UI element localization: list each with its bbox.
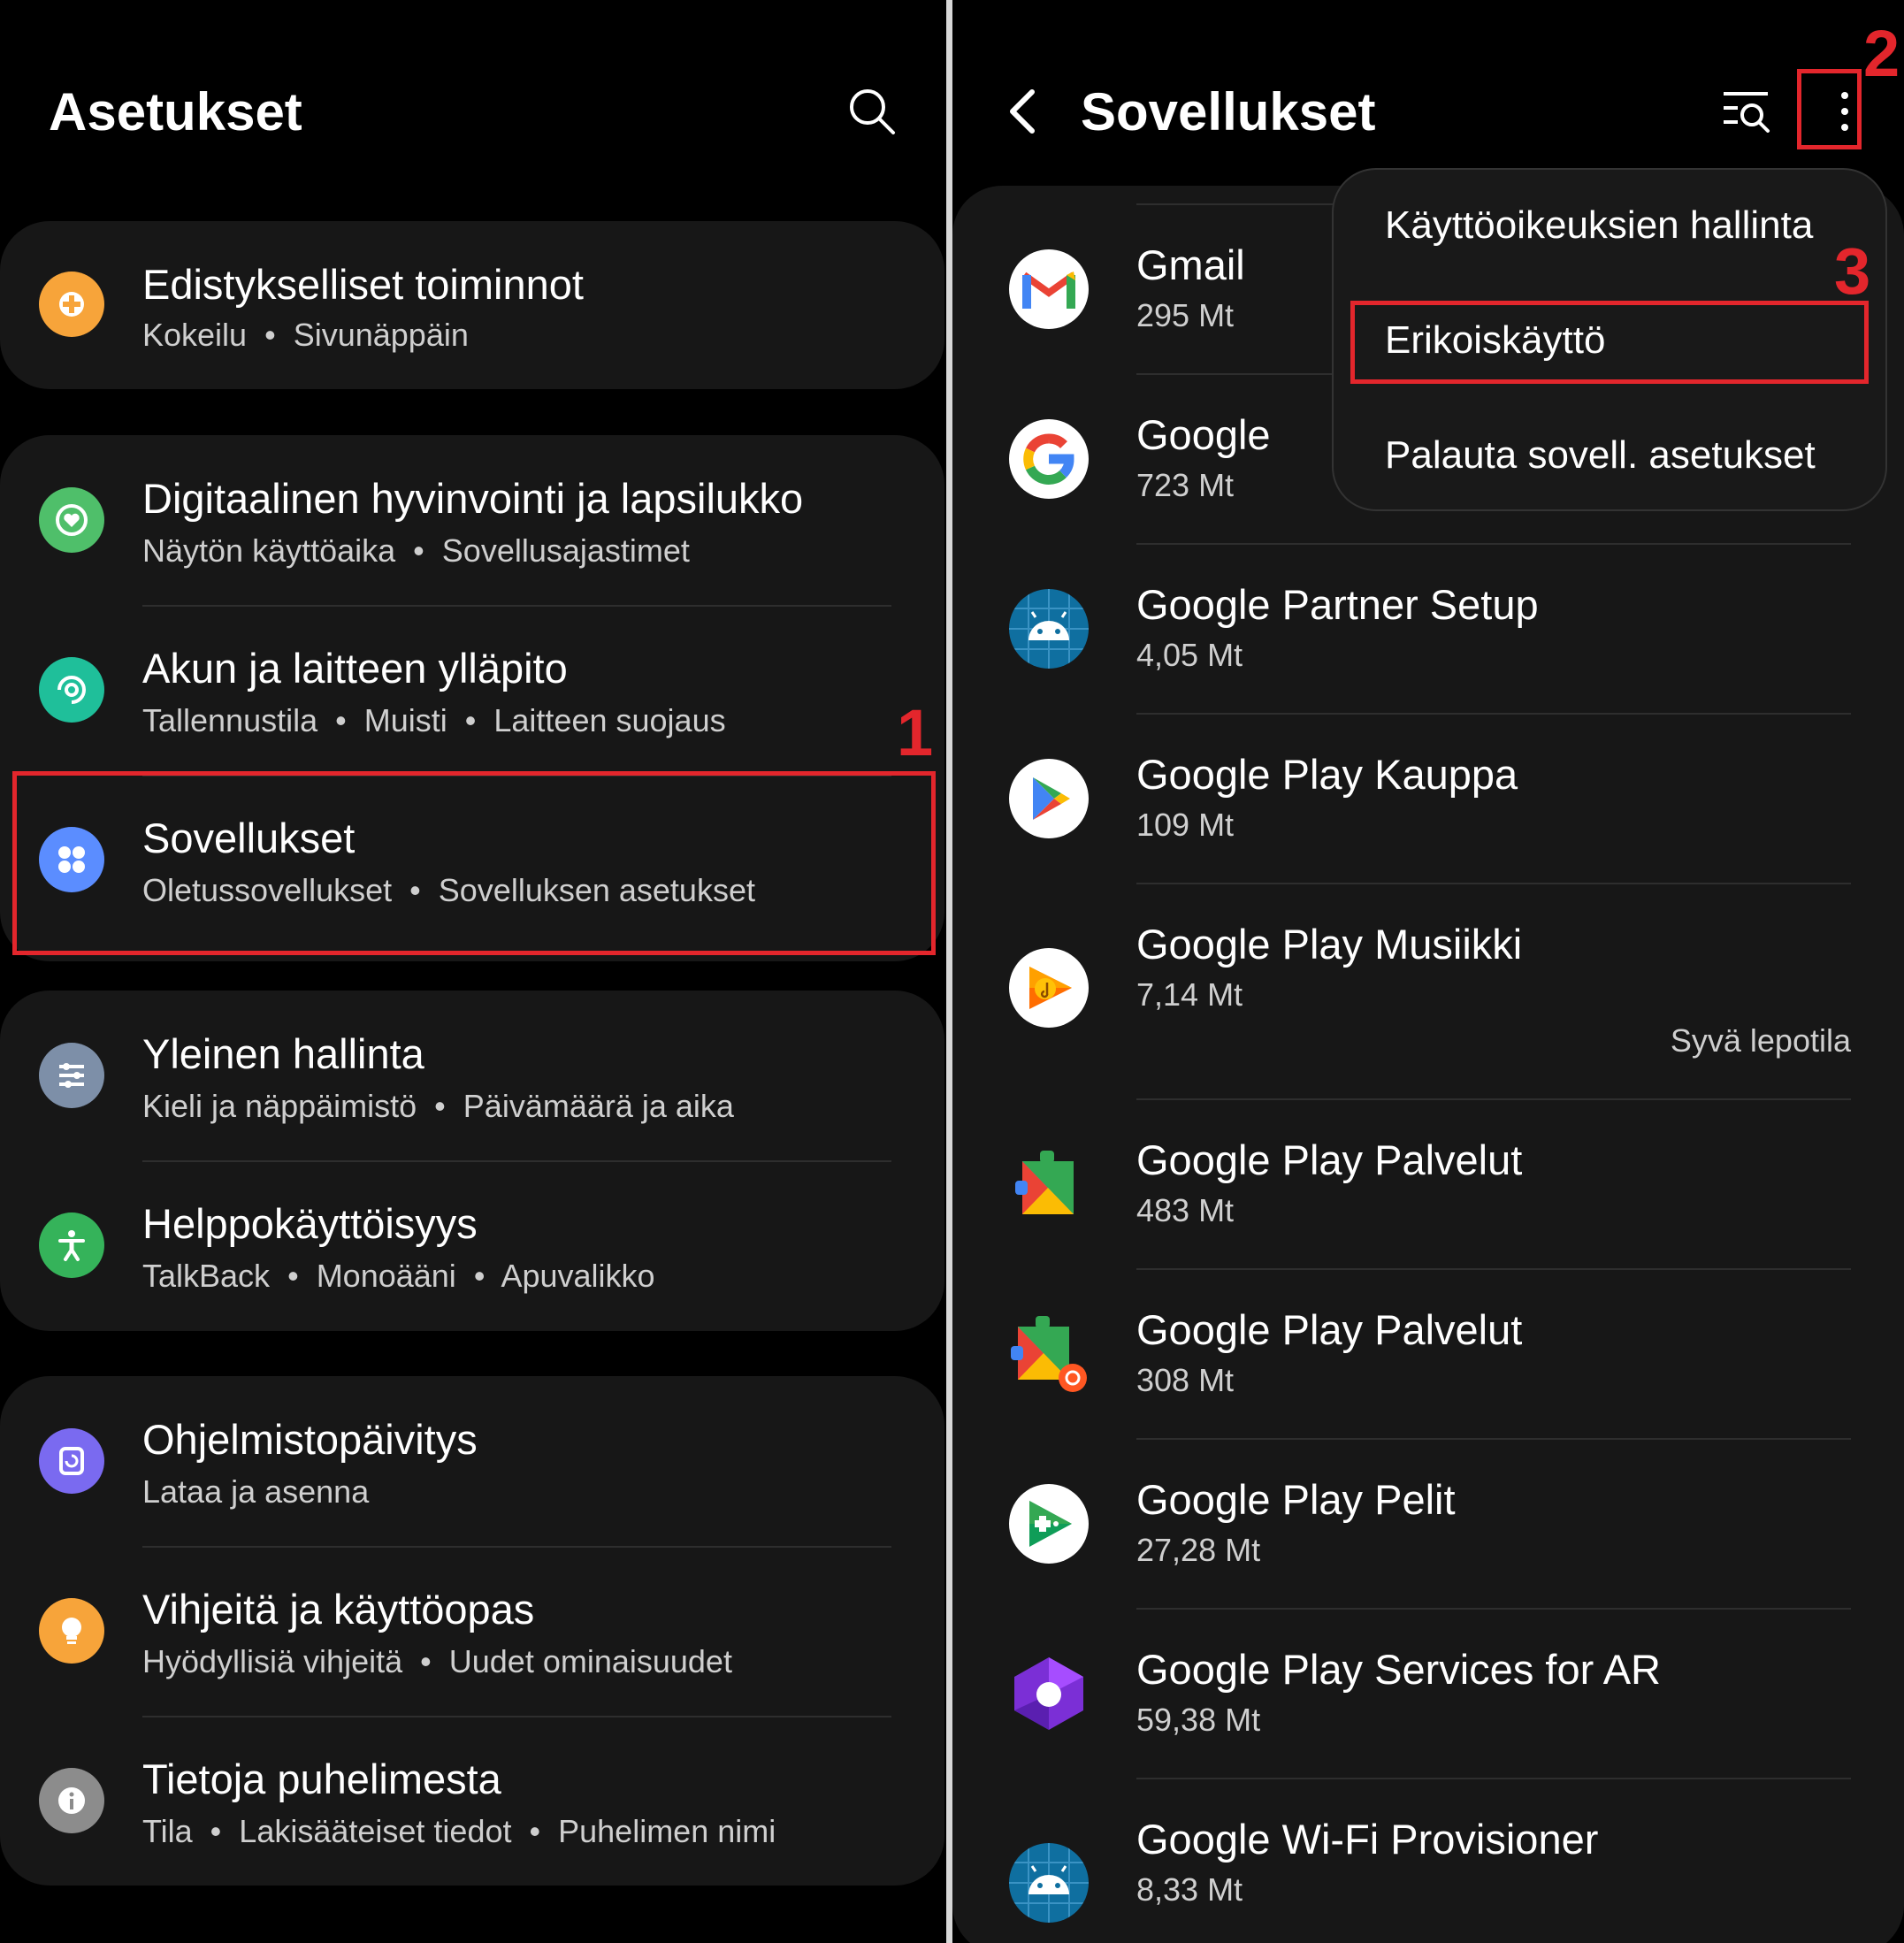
ar-core-icon: [1009, 1654, 1089, 1733]
app-size: 308 Mt: [1136, 1362, 1235, 1398]
search-icon[interactable]: [847, 87, 897, 136]
item-subtitle: TalkBack • Monoääni • Apuvalikko: [142, 1258, 655, 1294]
settings-item-accessibility[interactable]: Helppokäyttöisyys TalkBack • Monoääni • …: [0, 1162, 944, 1330]
annotation-box-more: [1797, 69, 1862, 149]
settings-group-about: Ohjelmistopäivitys Lataa ja asenna Vihje…: [0, 1376, 944, 1886]
app-name: Google: [1136, 411, 1271, 458]
item-subtitle: Hyödyllisiä vihjeitä • Uudet ominaisuude…: [142, 1643, 732, 1679]
info-icon: [39, 1768, 104, 1833]
app-name: Google Play Musiikki: [1136, 921, 1523, 968]
item-title: Tietoja puhelimesta: [142, 1756, 501, 1802]
annotation-box-special-access: [1350, 301, 1869, 384]
page-title: Sovellukset: [1081, 82, 1376, 142]
app-row-google-play-games[interactable]: Google Play Pelit 27,28 Mt: [952, 1440, 1904, 1608]
accessibility-icon: [39, 1212, 104, 1278]
settings-item-tips[interactable]: Vihjeitä ja käyttöopas Hyödyllisiä vihje…: [0, 1548, 944, 1716]
app-name: Google Play Kauppa: [1136, 751, 1518, 798]
play-store-icon: [1009, 759, 1089, 838]
app-size: 4,05 Mt: [1136, 637, 1243, 673]
item-subtitle: Tila • Lakisääteiset tiedot • Puhelimen …: [142, 1813, 776, 1849]
app-row-google-partner-setup[interactable]: Google Partner Setup 4,05 Mt: [952, 545, 1904, 713]
item-title: Digitaalinen hyvinvointi ja lapsilukko: [142, 475, 804, 522]
app-status: Syvä lepotila: [1670, 1022, 1851, 1059]
menu-item-permission-manager[interactable]: Käyttöoikeuksien hallinta: [1385, 203, 1813, 248]
play-games-icon: [1009, 1484, 1089, 1564]
annotation-number-2: 2: [1863, 17, 1900, 90]
item-title: Ohjelmistopäivitys: [142, 1416, 478, 1463]
gmail-icon: [1009, 249, 1089, 329]
app-name: Google Play Palvelut: [1136, 1306, 1523, 1353]
app-size: 723 Mt: [1136, 467, 1235, 503]
item-title: Edistykselliset toiminnot: [142, 261, 584, 308]
app-size: 8,33 Mt: [1136, 1871, 1243, 1908]
item-subtitle: Näytön käyttöaika • Sovellusajastimet: [142, 532, 690, 569]
app-row-google-play-services-ar[interactable]: Google Play Services for AR 59,38 Mt: [952, 1610, 1904, 1778]
app-name: Google Play Palvelut: [1136, 1136, 1523, 1183]
app-name: Google Play Pelit: [1136, 1476, 1456, 1523]
heart-circle-icon: [39, 487, 104, 553]
app-size: 7,14 Mt: [1136, 976, 1243, 1013]
page-title: Asetukset: [49, 82, 302, 142]
item-subtitle: Tallennustila • Muisti • Laitteen suojau…: [142, 702, 726, 738]
google-icon: [1009, 419, 1089, 499]
app-size: 295 Mt: [1136, 297, 1235, 333]
plus-gear-icon: [39, 272, 104, 337]
item-subtitle: Kieli ja näppäimistö • Päivämäärä ja aik…: [142, 1088, 734, 1124]
sliders-icon: [39, 1043, 104, 1108]
refresh-circle-icon: [39, 657, 104, 723]
app-row-google-play-music[interactable]: Google Play Musiikki 7,14 Mt Syvä lepoti…: [952, 884, 1904, 1098]
settings-panel: Asetukset Edistykselliset toiminnot Koke…: [0, 0, 946, 1943]
settings-item-general-management[interactable]: Yleinen hallinta Kieli ja näppäimistö • …: [0, 991, 944, 1160]
annotation-box-apps: [12, 771, 936, 955]
app-size: 483 Mt: [1136, 1192, 1235, 1228]
update-icon: [39, 1428, 104, 1494]
app-row-google-wifi-provisioner[interactable]: Google Wi-Fi Provisioner 8,33 Mt: [952, 1779, 1904, 1943]
play-services-icon: [1009, 1144, 1089, 1224]
app-row-google-play-services[interactable]: Google Play Palvelut 483 Mt: [952, 1100, 1904, 1268]
app-name: Google Wi-Fi Provisioner: [1136, 1816, 1599, 1863]
annotation-number-3: 3: [1834, 234, 1871, 308]
app-name: Google Play Services for AR: [1136, 1646, 1661, 1693]
item-title: Vihjeitä ja käyttöopas: [142, 1586, 535, 1633]
item-title: Helppokäyttöisyys: [142, 1200, 478, 1247]
app-size: 109 Mt: [1136, 807, 1235, 843]
settings-item-device-care[interactable]: Akun ja laitteen ylläpito Tallennustila …: [0, 607, 944, 775]
play-music-icon: [1009, 948, 1089, 1028]
app-size: 27,28 Mt: [1136, 1532, 1261, 1568]
annotation-number-1: 1: [897, 696, 934, 769]
menu-item-reset-app-preferences[interactable]: Palauta sovell. asetukset: [1385, 433, 1816, 478]
filter-search-icon[interactable]: [1722, 88, 1771, 133]
app-size: 59,38 Mt: [1136, 1702, 1261, 1738]
item-subtitle: Lataa ja asenna: [142, 1473, 370, 1510]
item-title: Yleinen hallinta: [142, 1030, 424, 1077]
back-arrow-icon[interactable]: [1006, 88, 1041, 134]
settings-item-software-update[interactable]: Ohjelmistopäivitys Lataa ja asenna: [0, 1376, 944, 1546]
item-title: Akun ja laitteen ylläpito: [142, 645, 568, 692]
settings-group-general: Yleinen hallinta Kieli ja näppäimistö • …: [0, 991, 944, 1331]
settings-item-digital-wellbeing[interactable]: Digitaalinen hyvinvointi ja lapsilukko N…: [0, 435, 944, 605]
panel-divider: [946, 0, 952, 1943]
item-subtitle: Kokeilu • Sivunäppäin: [142, 317, 469, 353]
app-name: Google Partner Setup: [1136, 581, 1539, 628]
lightbulb-icon: [39, 1598, 104, 1664]
android-icon: [1009, 1843, 1089, 1923]
app-row-google-play-services-2[interactable]: Google Play Palvelut 308 Mt: [952, 1270, 1904, 1438]
app-row-google-play-store[interactable]: Google Play Kauppa 109 Mt: [952, 715, 1904, 883]
settings-item-advanced-features[interactable]: Edistykselliset toiminnot Kokeilu • Sivu…: [0, 221, 944, 389]
android-icon: [1009, 589, 1089, 669]
settings-item-about-phone[interactable]: Tietoja puhelimesta Tila • Lakisääteiset…: [0, 1717, 944, 1886]
settings-group-advanced: Edistykselliset toiminnot Kokeilu • Sivu…: [0, 221, 944, 389]
play-services-icon: [1009, 1314, 1089, 1394]
app-name: Gmail: [1136, 241, 1245, 288]
